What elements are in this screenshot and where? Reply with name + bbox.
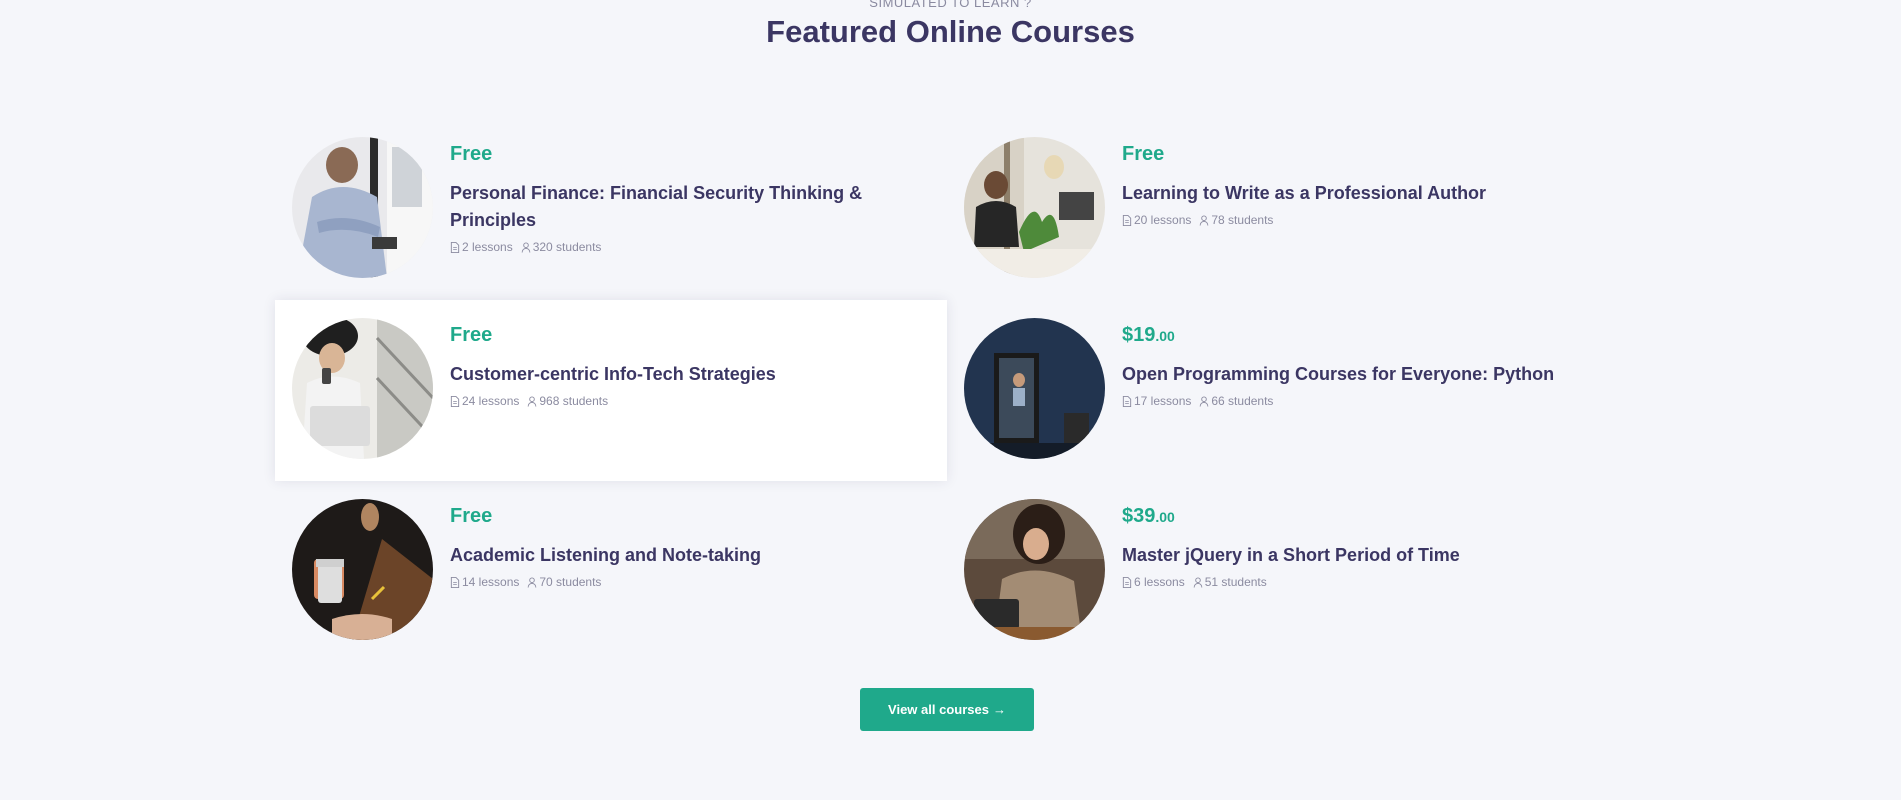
- course-meta: 6 lessons 51 students: [1122, 575, 1602, 589]
- user-icon: [528, 395, 537, 407]
- lesson-count: 17 lessons: [1134, 394, 1192, 408]
- course-price: $39.00: [1122, 505, 1175, 527]
- student-count: 320 students: [532, 240, 602, 254]
- course-card[interactable]: Free Learning to Write as a Professional…: [947, 119, 1619, 300]
- course-price: Free: [450, 143, 493, 165]
- file-icon: [450, 241, 460, 253]
- course-thumbnail[interactable]: [964, 499, 1105, 640]
- coffee-cup-desk-photo: [292, 499, 433, 640]
- lesson-count: 6 lessons: [1134, 575, 1185, 589]
- laughing-woman-photo: [964, 499, 1105, 640]
- course-meta: 20 lessons 78 students: [1122, 213, 1602, 227]
- user-icon: [1200, 214, 1209, 226]
- file-icon: [1122, 395, 1132, 407]
- course-thumbnail[interactable]: [292, 137, 433, 278]
- course-title[interactable]: Master jQuery in a Short Period of Time: [1122, 542, 1602, 569]
- man-arms-crossed-photo: [292, 137, 433, 278]
- course-title[interactable]: Academic Listening and Note-taking: [450, 542, 930, 569]
- course-card[interactable]: Free Academic Listening and Note-taking …: [275, 481, 947, 662]
- course-price: Free: [1122, 143, 1165, 165]
- course-price: $19.00: [1122, 324, 1175, 346]
- file-icon: [450, 395, 460, 407]
- user-icon: [1200, 395, 1209, 407]
- course-card[interactable]: $19.00 Open Programming Courses for Ever…: [947, 300, 1619, 481]
- section-eyebrow: SIMULATED TO LEARN ?: [869, 0, 1032, 10]
- file-icon: [1122, 214, 1132, 226]
- student-count: 968 students: [539, 394, 609, 408]
- file-icon: [1122, 576, 1132, 588]
- course-thumbnail[interactable]: [964, 318, 1105, 459]
- course-price: Free: [450, 505, 493, 527]
- office-booth-photo: [964, 318, 1105, 459]
- course-title[interactable]: Open Programming Courses for Everyone: P…: [1122, 361, 1602, 388]
- two-women-office-photo: [964, 137, 1105, 278]
- course-title[interactable]: Customer-centric Info-Tech Strategies: [450, 361, 930, 388]
- course-title[interactable]: Learning to Write as a Professional Auth…: [1122, 180, 1602, 207]
- course-card[interactable]: $39.00 Master jQuery in a Short Period o…: [947, 481, 1619, 662]
- student-count: 70 students: [539, 575, 602, 589]
- course-card[interactable]: Free Personal Finance: Financial Securit…: [275, 119, 947, 300]
- arrow-right-icon: →: [992, 702, 1006, 717]
- section-title: Featured Online Courses: [766, 14, 1135, 49]
- course-price: Free: [450, 324, 493, 346]
- course-meta: 17 lessons 66 students: [1122, 394, 1602, 408]
- course-meta: 24 lessons 968 students: [450, 394, 930, 408]
- user-icon: [521, 241, 531, 253]
- view-all-courses-button[interactable]: View all courses →: [860, 688, 1034, 731]
- course-title[interactable]: Personal Finance: Financial Security Thi…: [450, 180, 930, 234]
- featured-courses-section: SIMULATED TO LEARN ? Featured Online Cou…: [0, 0, 1901, 800]
- course-meta: 2 lessons 320 students: [450, 240, 930, 254]
- student-count: 78 students: [1211, 213, 1274, 227]
- user-icon: [528, 576, 537, 588]
- student-count: 66 students: [1211, 394, 1274, 408]
- student-count: 51 students: [1204, 575, 1267, 589]
- user-icon: [1193, 576, 1203, 588]
- view-all-courses-label: View all courses: [888, 702, 989, 717]
- course-meta: 14 lessons 70 students: [450, 575, 930, 589]
- course-card-hovered[interactable]: Free Customer-centric Info-Tech Strategi…: [275, 300, 947, 481]
- lesson-count: 24 lessons: [462, 394, 520, 408]
- lesson-count: 2 lessons: [462, 240, 513, 254]
- lesson-count: 20 lessons: [1134, 213, 1192, 227]
- course-thumbnail[interactable]: [964, 137, 1105, 278]
- course-thumbnail[interactable]: [292, 499, 433, 640]
- file-icon: [450, 576, 460, 588]
- lesson-count: 14 lessons: [462, 575, 520, 589]
- course-thumbnail[interactable]: [292, 318, 433, 459]
- woman-laptop-phone-photo: [292, 318, 433, 459]
